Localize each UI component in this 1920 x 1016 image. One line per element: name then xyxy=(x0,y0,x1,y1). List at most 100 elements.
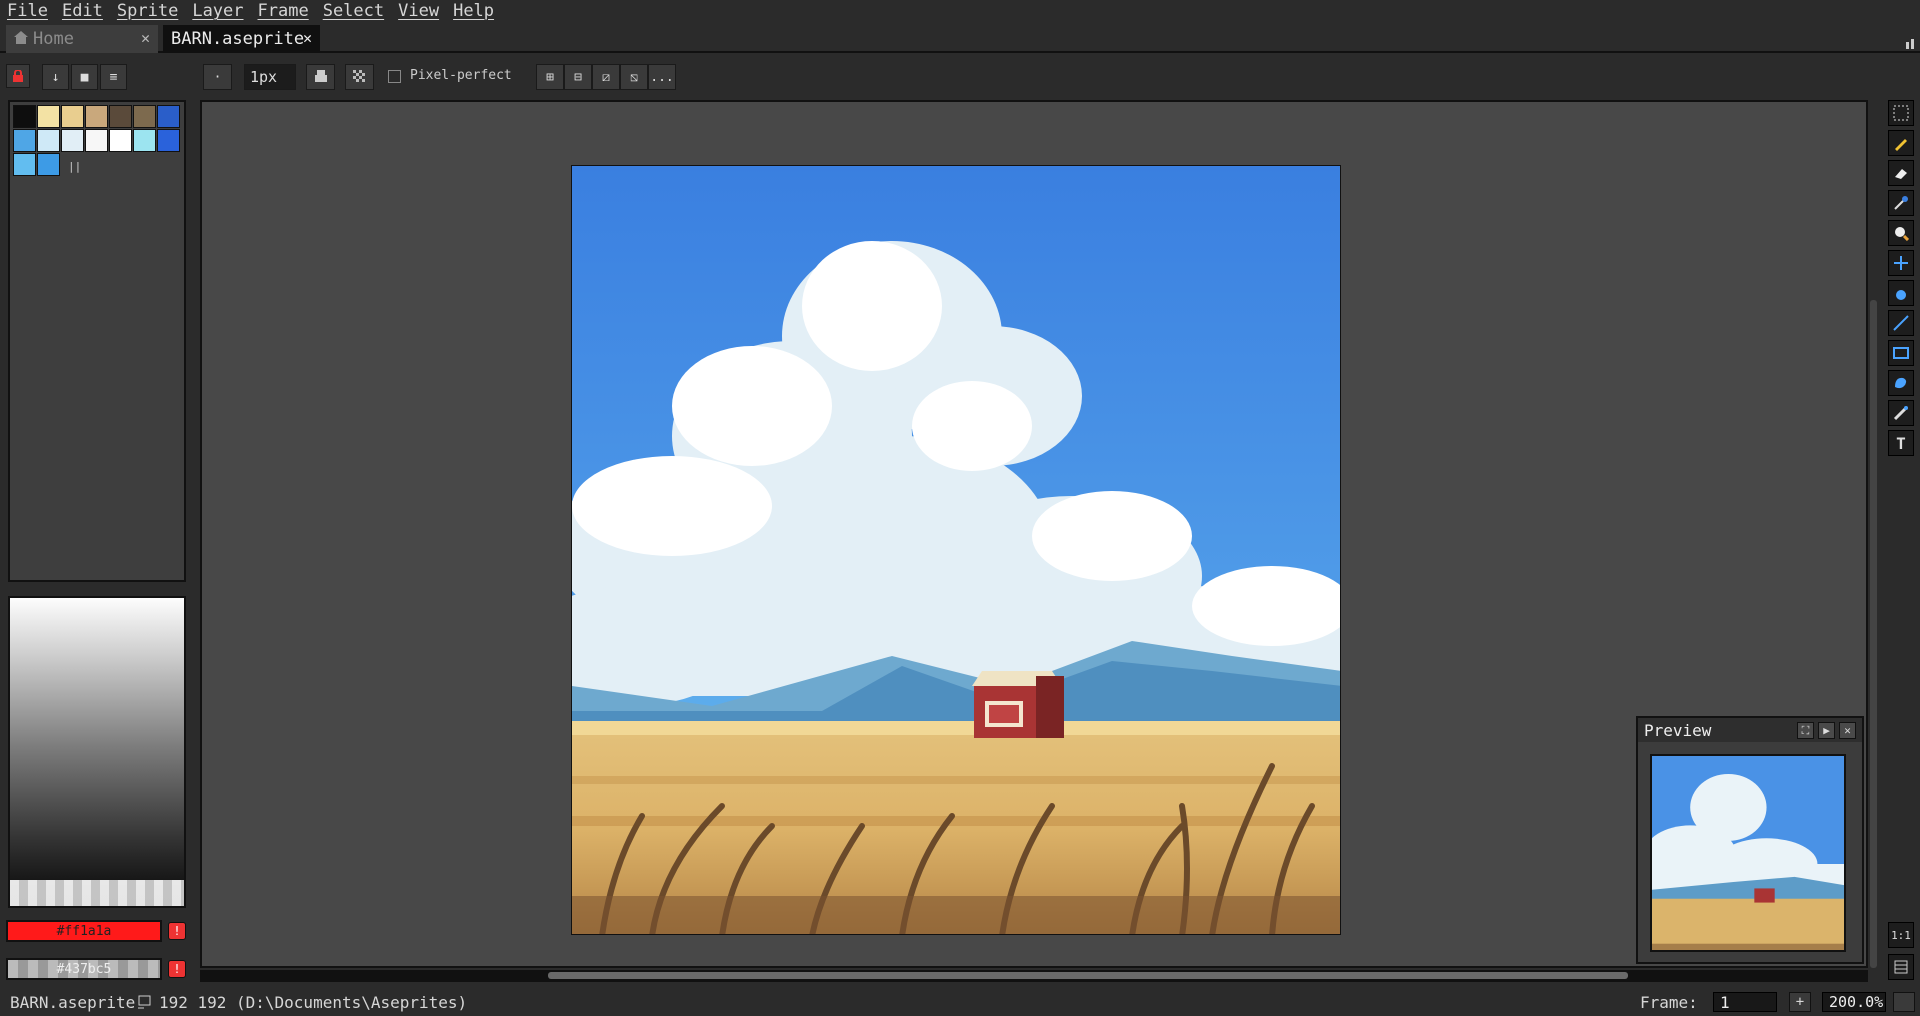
status-path: (D:\Documents\Aseprites) xyxy=(236,992,468,1012)
lock-icon xyxy=(13,70,23,82)
layout-button[interactable] xyxy=(1893,992,1915,1012)
tab-bar: Home ✕ BARN.aseprite ✕ xyxy=(0,25,1920,53)
foreground-color-button[interactable]: #ff1a1a xyxy=(6,920,162,942)
background-color-button[interactable]: #437bc5 xyxy=(6,958,162,980)
pixel-perfect-checkbox[interactable] xyxy=(388,70,401,83)
preview-close-button[interactable]: ✕ xyxy=(1839,722,1856,739)
contour-tool-button[interactable] xyxy=(1888,370,1914,396)
pencil-tool-button[interactable] xyxy=(1888,130,1914,156)
palette-swatch[interactable] xyxy=(157,105,180,128)
zoom-reset-button[interactable]: 1:1 xyxy=(1888,922,1914,948)
blur-tool-button[interactable] xyxy=(1888,400,1914,426)
line-tool-button[interactable] xyxy=(1888,310,1914,336)
palette-swatch[interactable] xyxy=(109,129,132,152)
symmetry-vertical-button[interactable]: ⊞ xyxy=(536,64,564,90)
close-icon: ✕ xyxy=(1844,724,1851,737)
frame-field[interactable]: 1 xyxy=(1713,992,1777,1012)
marquee-tool-button[interactable] xyxy=(1888,100,1914,126)
palette-swatch[interactable] xyxy=(61,105,84,128)
palette-swatch[interactable] xyxy=(133,105,156,128)
symmetry-antidiag-icon: ⧅ xyxy=(629,69,639,85)
eyedropper-icon xyxy=(1894,196,1908,210)
close-icon[interactable]: ✕ xyxy=(141,29,150,47)
blur-icon xyxy=(1893,406,1908,421)
bucket-icon xyxy=(1896,290,1906,300)
zoom-field[interactable]: 200.0% xyxy=(1822,992,1886,1012)
symmetry-anti-diag-button[interactable]: ⧅ xyxy=(620,64,648,90)
palette-swatch[interactable] xyxy=(37,129,60,152)
palette-swatch[interactable] xyxy=(109,105,132,128)
status-dimensions: 192 192 xyxy=(159,992,227,1012)
palette-swatch[interactable] xyxy=(13,153,36,176)
preview-image[interactable] xyxy=(1650,754,1846,952)
color-gradient-picker[interactable] xyxy=(8,596,186,908)
palette-swatch[interactable] xyxy=(13,105,36,128)
palette-options-button[interactable]: ≡ xyxy=(100,64,127,90)
menu-view[interactable]: View xyxy=(391,0,446,22)
rectangle-tool-button[interactable] xyxy=(1888,340,1914,366)
tab-barn-label: BARN.aseprite xyxy=(171,29,305,49)
symmetry-diag-icon: ⧄ xyxy=(601,69,611,85)
zoom-tool-button[interactable] xyxy=(1888,220,1914,246)
more-options-button[interactable]: ... xyxy=(648,64,676,90)
menu-layer[interactable]: Layer xyxy=(185,0,250,22)
pixel-perfect-label: Pixel-perfect xyxy=(410,68,512,83)
vertical-scrollbar[interactable] xyxy=(1870,300,1877,968)
ink-icon xyxy=(314,70,327,82)
eyedropper-tool-button[interactable] xyxy=(1888,190,1914,216)
move-tool-button[interactable] xyxy=(1888,250,1914,276)
opacity-button[interactable] xyxy=(345,64,374,90)
tab-barn[interactable]: BARN.aseprite ✕ xyxy=(163,25,320,53)
fill-tool-button[interactable] xyxy=(1888,280,1914,306)
line-icon xyxy=(1893,315,1909,331)
preview-artwork xyxy=(1652,756,1844,950)
alpha-strip[interactable] xyxy=(10,880,184,906)
warning-icon[interactable]: ! xyxy=(168,922,186,940)
text-tool-button[interactable]: T xyxy=(1888,430,1914,456)
lock-palette-button[interactable] xyxy=(6,64,30,88)
horizontal-scrollbar[interactable] xyxy=(548,972,1628,979)
status-bar: BARN.aseprite 192 192 (D:\Documents\Asep… xyxy=(0,988,1920,1016)
symmetry-diag-button[interactable]: ⧄ xyxy=(592,64,620,90)
palette-swatch[interactable] xyxy=(85,129,108,152)
menu-frame[interactable]: Frame xyxy=(251,0,316,22)
menu-edit[interactable]: Edit xyxy=(55,0,110,22)
preview-fit-button[interactable]: ⛶ xyxy=(1797,722,1814,739)
palette-swatch[interactable] xyxy=(37,105,60,128)
palette-resize-handle[interactable]: || xyxy=(68,160,81,173)
eraser-tool-button[interactable] xyxy=(1888,160,1914,186)
tab-menu-icon[interactable] xyxy=(1906,34,1916,49)
canvas-size-icon xyxy=(137,988,151,1016)
palette-swatch[interactable] xyxy=(85,105,108,128)
palette-swatch[interactable] xyxy=(37,153,60,176)
palette-swatch[interactable] xyxy=(13,129,36,152)
sprite-canvas[interactable] xyxy=(571,165,1341,935)
warning-icon[interactable]: ! xyxy=(168,960,186,978)
palette-preset-button[interactable]: ■ xyxy=(71,64,98,90)
add-frame-button[interactable]: + xyxy=(1789,992,1811,1012)
preview-play-button[interactable]: ▶ xyxy=(1818,722,1835,739)
menu-help[interactable]: Help xyxy=(446,0,501,22)
timeline-icon xyxy=(1894,960,1908,974)
palette-panel: || xyxy=(8,100,186,582)
square-icon: ■ xyxy=(80,69,89,85)
brush-size-field[interactable]: 1px xyxy=(244,64,296,90)
close-icon[interactable]: ✕ xyxy=(303,29,312,47)
palette-swatch[interactable] xyxy=(133,129,156,152)
menu-sprite[interactable]: Sprite xyxy=(110,0,185,22)
dot-icon: · xyxy=(213,69,222,85)
tab-home[interactable]: Home ✕ xyxy=(6,25,158,53)
brush-type-button[interactable]: · xyxy=(203,64,232,90)
menu-icon: ≡ xyxy=(109,69,118,85)
palette-swatch[interactable] xyxy=(157,129,180,152)
palette-sort-button[interactable]: ↓ xyxy=(42,64,69,90)
play-icon: ▶ xyxy=(1823,724,1830,737)
palette-swatch[interactable] xyxy=(61,129,84,152)
menu-select[interactable]: Select xyxy=(316,0,391,22)
move-icon xyxy=(1894,256,1908,270)
timeline-toggle-button[interactable] xyxy=(1888,954,1914,980)
ink-button[interactable] xyxy=(306,64,335,90)
eraser-icon xyxy=(1895,169,1907,179)
menu-file[interactable]: File xyxy=(0,0,55,22)
symmetry-horizontal-button[interactable]: ⊟ xyxy=(564,64,592,90)
